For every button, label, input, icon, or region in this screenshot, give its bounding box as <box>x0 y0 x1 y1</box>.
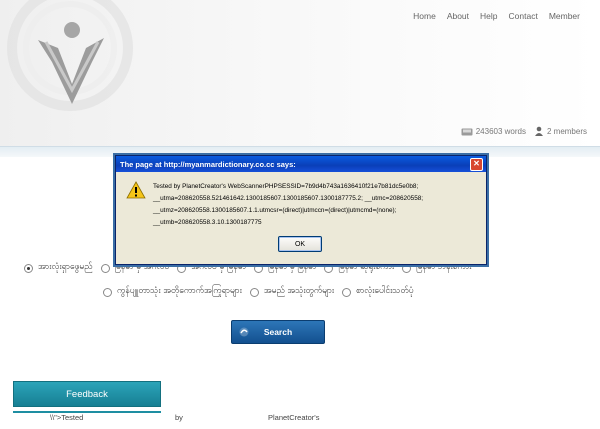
dialog-titlebar[interactable]: The page at http://myanmardictionary.co.… <box>116 156 486 172</box>
dialog-line: __utmb=208620558.3.10.1300187775 <box>153 219 262 226</box>
top-nav: Home About Help Contact Member <box>402 11 580 21</box>
radio-button[interactable] <box>342 287 352 297</box>
radio-button[interactable] <box>100 263 110 273</box>
dialog-line: __utmz=208620558.1300185607.1.1.utmcsr=(… <box>153 207 397 214</box>
option-spelling[interactable]: စာလုံးပေါင်းသတ်ပုံ <box>342 286 414 298</box>
radio-button[interactable] <box>103 287 112 297</box>
book-icon <box>461 128 473 135</box>
feedback-tab-wrap: Feedback <box>13 381 161 413</box>
ok-button-label: OK <box>294 240 306 248</box>
nav-help-link[interactable]: Help <box>480 11 497 21</box>
feedback-label: Feedback <box>66 388 108 400</box>
user-icon <box>534 126 543 136</box>
option-names[interactable]: အမည် အသုံးတွက်များ <box>249 286 334 298</box>
options-row-2: ကွန်ပျူတာသုံး အတိုကောက်အကြုရာများ အမည် အ… <box>103 286 422 298</box>
member-count: 2 members <box>546 126 587 136</box>
radio-button[interactable] <box>24 263 33 273</box>
site-stats: 243603 words 2 members <box>461 126 587 136</box>
option-computer-abbr[interactable]: ကွန်ပျူတာသုံး အတိုကောက်အကြုရာများ <box>103 286 242 298</box>
footer-text-a: \\">Tested <box>50 413 84 422</box>
dialog-title: The page at http://myanmardictionary.co.… <box>120 159 296 169</box>
alert-dialog: The page at http://myanmardictionary.co.… <box>115 155 487 265</box>
close-icon[interactable]: ✕ <box>470 158 483 171</box>
footer-text: \\">Tested by PlanetCreator's <box>0 410 600 429</box>
feedback-tab[interactable]: Feedback <box>13 381 161 407</box>
dialog-line: Tested by PlanetCreator's WebScannerPHPS… <box>153 183 419 190</box>
radio-button[interactable] <box>249 287 259 297</box>
footer-text-c: PlanetCreator's <box>268 413 320 422</box>
warning-icon <box>126 181 146 199</box>
ok-button[interactable]: OK <box>278 236 322 252</box>
footer-text-b: by <box>175 413 183 422</box>
site-logo <box>7 0 133 111</box>
search-icon <box>239 327 249 337</box>
option-all[interactable]: အားလုံးရှာဖွေမည် <box>24 262 93 274</box>
nav-contact-link[interactable]: Contact <box>509 11 538 21</box>
dialog-message: Tested by PlanetCreator's WebScannerPHPS… <box>153 181 473 229</box>
nav-member-link[interactable]: Member <box>549 11 580 21</box>
search-button-label: Search <box>263 327 293 337</box>
word-count: 243603 words <box>475 126 526 136</box>
dialog-body: Tested by PlanetCreator's WebScannerPHPS… <box>123 175 479 233</box>
dialog-line: __utma=208620558.521461642.1300185607.13… <box>153 195 424 202</box>
nav-about-link[interactable]: About <box>447 11 469 21</box>
nav-home-link[interactable]: Home <box>413 11 436 21</box>
search-button[interactable]: Search <box>231 320 325 344</box>
